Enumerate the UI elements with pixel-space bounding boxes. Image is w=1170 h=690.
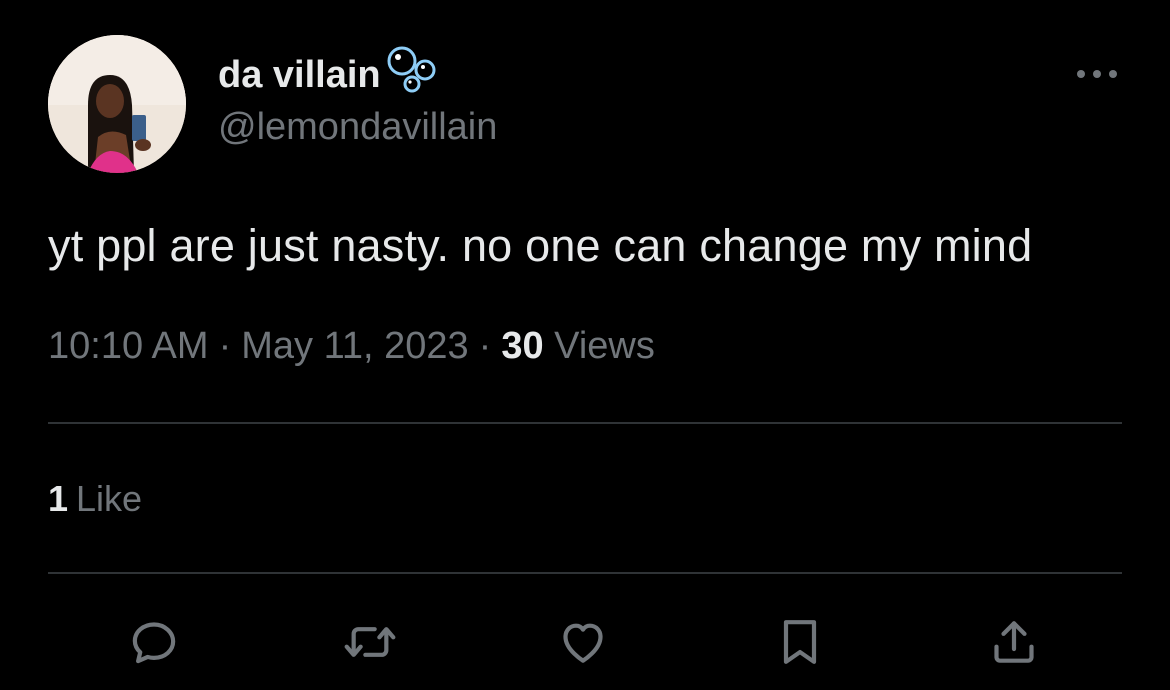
reply-icon [132,622,176,664]
tweet-text: yt ppl are just nasty. no one can change… [48,220,1033,271]
divider [48,422,1122,424]
bookmark-button[interactable] [770,612,830,672]
action-bar [0,612,1170,672]
likes-label: Like [76,478,143,519]
divider [48,572,1122,574]
views-label: Views [554,325,655,367]
tweet-date[interactable]: May 11, 2023 [241,325,468,367]
bubbles-icon [385,46,441,104]
display-name-text: da villain [218,53,381,96]
likes-count: 1 [48,478,69,519]
bookmark-icon [783,620,817,664]
views-count: 30 [501,325,544,367]
share-button[interactable] [984,612,1044,672]
retweet-button[interactable] [340,612,400,672]
avatar[interactable] [48,35,186,173]
tweet-time[interactable]: 10:10 AM [48,325,209,367]
likes-summary[interactable]: 1 Like [48,478,142,520]
like-button[interactable] [553,612,613,672]
display-name[interactable]: da villain [218,46,441,104]
tweet-meta: 10:10 AM · May 11, 2023 · 30 Views [48,325,655,368]
meta-separator: · [478,325,492,367]
retweet-icon [344,627,396,657]
reply-button[interactable] [124,612,184,672]
heart-icon [563,623,603,663]
user-handle[interactable]: @lemondavillain [218,106,497,149]
meta-separator: · [218,325,232,367]
share-icon [994,621,1034,663]
more-options-icon[interactable] [1074,64,1120,84]
